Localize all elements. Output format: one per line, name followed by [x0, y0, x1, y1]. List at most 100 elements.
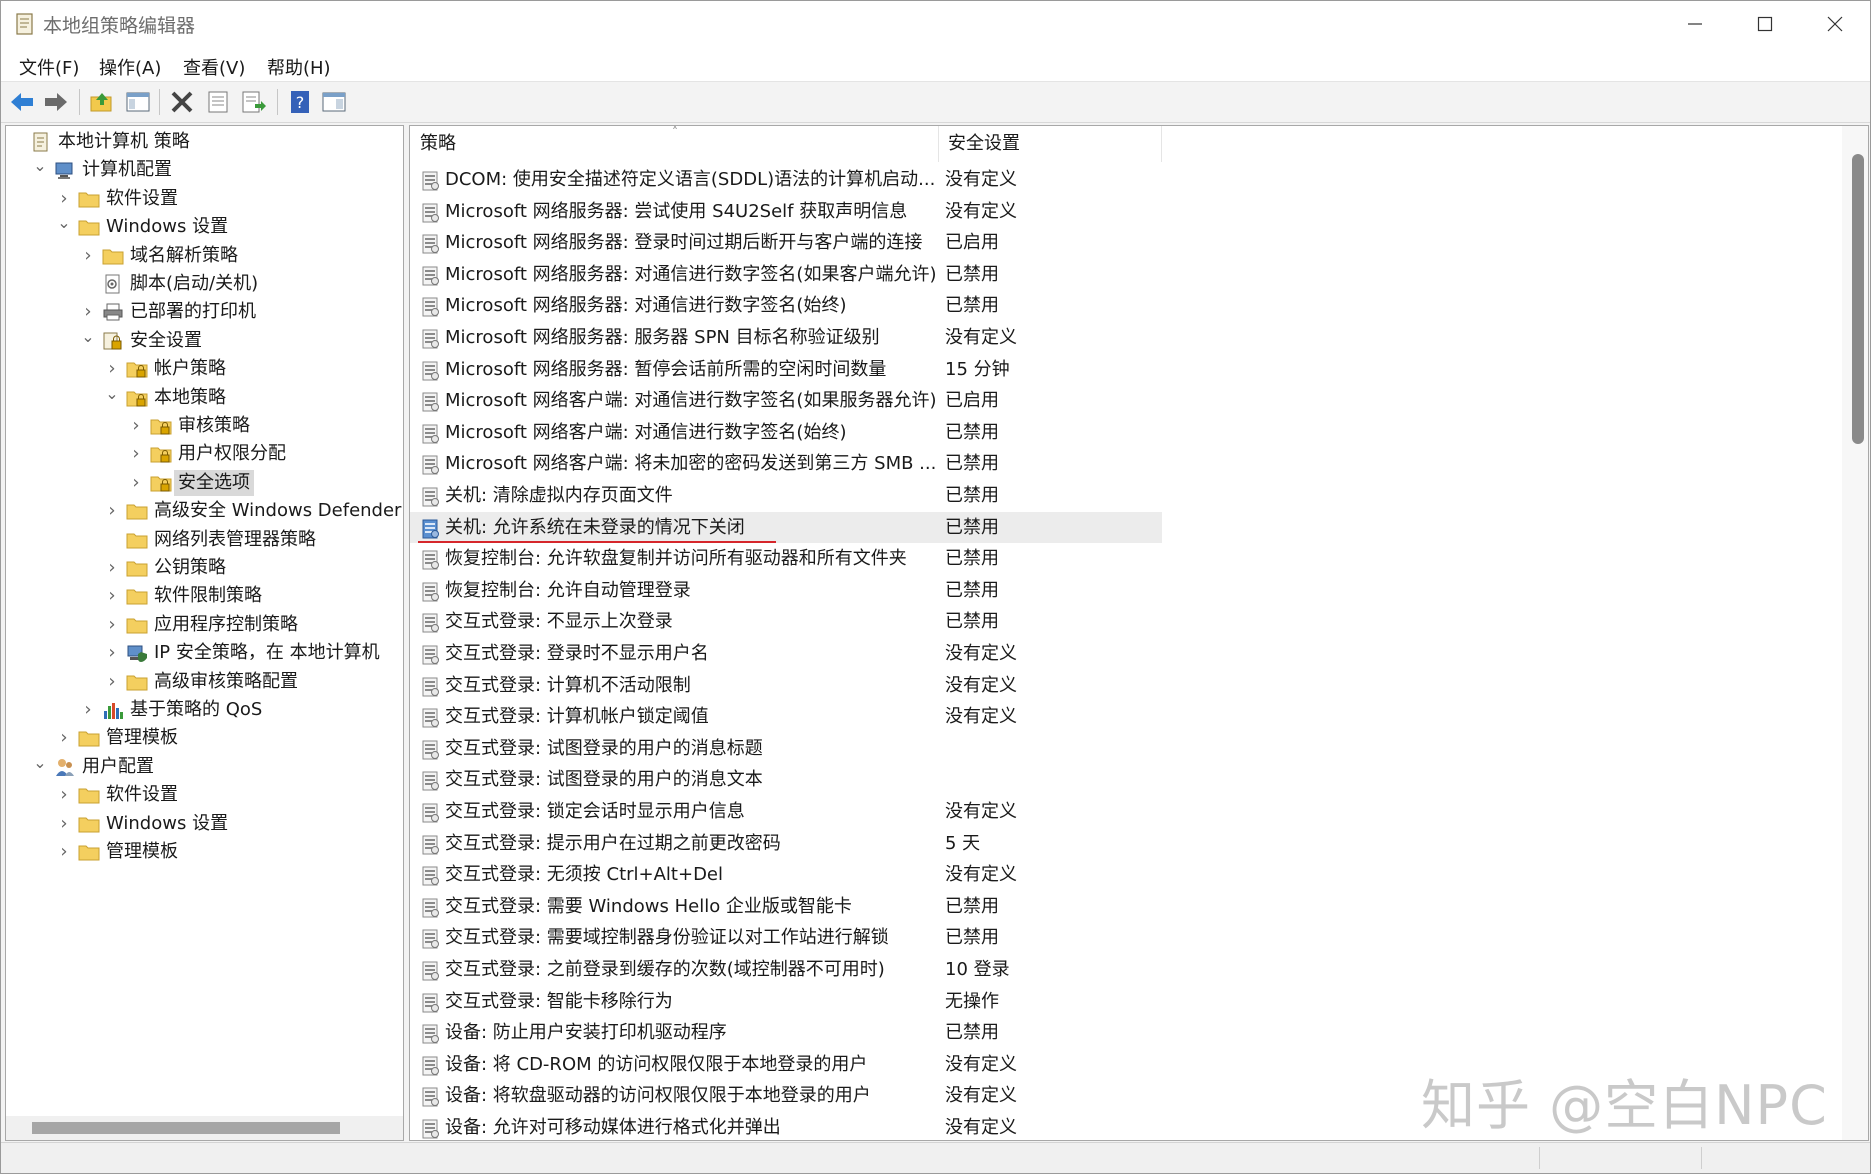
- console-tree[interactable]: › 管理模板 › Windows 设置 › 软件设置 ⌄ 用户配置 › 管理模板 › 基于策略的 Qo…: [5, 125, 404, 1141]
- policy-row[interactable]: 关机: 清除虚拟内存页面文件 已禁用: [410, 480, 1162, 511]
- policy-row[interactable]: 设备: 将软盘驱动器的访问权限仅限于本地登录的用户 没有定义: [410, 1080, 1162, 1111]
- policy-row[interactable]: Microsoft 网络服务器: 对通信进行数字签名(始终) 已禁用: [410, 290, 1162, 321]
- list-scroll-thumb[interactable]: [1852, 154, 1864, 444]
- tree-item[interactable]: ⌄ 用户配置: [6, 753, 403, 780]
- policy-row[interactable]: 交互式登录: 之前登录到缓存的次数(域控制器不可用时) 10 登录: [410, 954, 1162, 985]
- expand-chevron-icon[interactable]: ›: [128, 441, 144, 467]
- policy-row[interactable]: 交互式登录: 提示用户在过期之前更改密码 5 天: [410, 828, 1162, 859]
- policy-row[interactable]: Microsoft 网络服务器: 对通信进行数字签名(如果客户端允许) 已禁用: [410, 259, 1162, 290]
- policy-row[interactable]: 交互式登录: 试图登录的用户的消息标题: [410, 733, 1162, 764]
- collapse-chevron-icon[interactable]: ⌄: [32, 753, 48, 780]
- policy-row[interactable]: DCOM: 使用安全描述符定义语言(SDDL)语法的计算机启动... 没有定义: [410, 164, 1162, 195]
- policy-row[interactable]: 设备: 允许对可移动媒体进行格式化并弹出 没有定义: [410, 1112, 1162, 1140]
- maximize-button[interactable]: [1730, 1, 1800, 47]
- expand-chevron-icon[interactable]: ›: [104, 612, 120, 638]
- expand-chevron-icon[interactable]: ›: [80, 299, 96, 325]
- up-one-level-button[interactable]: [87, 87, 117, 117]
- collapse-chevron-icon[interactable]: ⌄: [80, 327, 96, 354]
- tree-item[interactable]: › 应用程序控制策略: [6, 612, 403, 638]
- tree-item[interactable]: › IP 安全策略，在 本地计算机: [6, 640, 403, 666]
- expand-chevron-icon[interactable]: ›: [104, 498, 120, 524]
- menu-action[interactable]: 操作(A): [97, 52, 163, 82]
- expand-chevron-icon[interactable]: ›: [56, 186, 72, 212]
- tree-item[interactable]: › 高级安全 Windows Defender 防火墙: [6, 498, 403, 524]
- expand-chevron-icon[interactable]: ›: [104, 669, 120, 695]
- policy-row[interactable]: 交互式登录: 需要域控制器身份验证以对工作站进行解锁 已禁用: [410, 922, 1162, 953]
- export-list-button[interactable]: [239, 87, 269, 117]
- delete-button[interactable]: [167, 87, 197, 117]
- policy-row[interactable]: 交互式登录: 智能卡移除行为 无操作: [410, 986, 1162, 1017]
- tree-item[interactable]: › 软件设置: [6, 186, 403, 212]
- close-button[interactable]: [1800, 1, 1870, 47]
- column-header-setting[interactable]: 安全设置: [939, 126, 1162, 162]
- policy-row[interactable]: 交互式登录: 不显示上次登录 已禁用: [410, 606, 1162, 637]
- expand-chevron-icon[interactable]: ›: [104, 640, 120, 666]
- properties-button[interactable]: [203, 87, 233, 117]
- expand-chevron-icon[interactable]: ›: [56, 839, 72, 865]
- tree-item[interactable]: › 管理模板: [6, 725, 403, 751]
- policy-row[interactable]: 设备: 将 CD-ROM 的访问权限仅限于本地登录的用户 没有定义: [410, 1049, 1162, 1080]
- tree-item[interactable]: ⌄ 计算机配置: [6, 157, 403, 183]
- tree-item[interactable]: › 管理模板: [6, 839, 403, 865]
- tree-item[interactable]: › 安全选项: [6, 469, 403, 496]
- policy-row[interactable]: 交互式登录: 登录时不显示用户名 没有定义: [410, 638, 1162, 669]
- policy-row[interactable]: 关机: 允许系统在未登录的情况下关闭 已禁用: [410, 511, 1162, 543]
- action-pane-button[interactable]: [319, 87, 349, 117]
- collapse-chevron-icon[interactable]: ⌄: [32, 157, 48, 183]
- collapse-chevron-icon[interactable]: ⌄: [104, 384, 120, 411]
- show-hide-tree-button[interactable]: [123, 87, 153, 117]
- forward-button[interactable]: [41, 87, 71, 117]
- policy-row[interactable]: Microsoft 网络客户端: 对通信进行数字签名(始终) 已禁用: [410, 417, 1162, 448]
- help-button[interactable]: ?: [285, 87, 315, 117]
- tree-item[interactable]: › 基于策略的 QoS: [6, 697, 403, 723]
- expand-chevron-icon[interactable]: ›: [56, 725, 72, 751]
- policy-row[interactable]: 交互式登录: 无须按 Ctrl+Alt+Del 没有定义: [410, 859, 1162, 890]
- expand-chevron-icon[interactable]: ›: [128, 470, 144, 496]
- collapse-chevron-icon[interactable]: ⌄: [56, 214, 72, 240]
- policy-row[interactable]: 恢复控制台: 允许自动管理登录 已禁用: [410, 575, 1162, 606]
- expand-chevron-icon[interactable]: ›: [104, 356, 120, 382]
- expand-chevron-icon[interactable]: ›: [104, 583, 120, 609]
- tree-item[interactable]: › 已部署的打印机: [6, 299, 403, 325]
- tree-item[interactable]: › 域名解析策略: [6, 243, 403, 269]
- list-vertical-scrollbar[interactable]: [1842, 126, 1868, 1140]
- policy-row[interactable]: Microsoft 网络服务器: 服务器 SPN 目标名称验证级别 没有定义: [410, 322, 1162, 353]
- column-header-policy[interactable]: 策略 ˄: [410, 126, 939, 162]
- tree-scroll-thumb[interactable]: [32, 1122, 340, 1134]
- tree-item[interactable]: ⌄ 安全设置: [6, 327, 403, 354]
- tree-item[interactable]: 本地计算机 策略: [6, 129, 403, 155]
- tree-item[interactable]: › 公钥策略: [6, 555, 403, 581]
- tree-item[interactable]: ⌄ 本地策略: [6, 384, 403, 411]
- tree-item[interactable]: › 软件限制策略: [6, 583, 403, 609]
- tree-item[interactable]: › 高级审核策略配置: [6, 669, 403, 695]
- policy-row[interactable]: 交互式登录: 锁定会话时显示用户信息 没有定义: [410, 796, 1162, 827]
- tree-item[interactable]: › 软件设置: [6, 782, 403, 808]
- minimize-button[interactable]: [1660, 1, 1730, 47]
- policy-row[interactable]: 恢复控制台: 允许软盘复制并访问所有驱动器和所有文件夹 已禁用: [410, 543, 1162, 574]
- menu-view[interactable]: 查看(V): [181, 52, 247, 82]
- policy-row[interactable]: Microsoft 网络客户端: 将未加密的密码发送到第三方 SMB ... 已禁…: [410, 448, 1162, 479]
- tree-item[interactable]: 脚本(启动/关机): [6, 271, 403, 297]
- back-button[interactable]: [7, 87, 37, 117]
- policy-row[interactable]: Microsoft 网络服务器: 尝试使用 S4U2Self 获取声明信息 没有定…: [410, 196, 1162, 227]
- tree-item[interactable]: › 用户权限分配: [6, 441, 403, 467]
- tree-horizontal-scrollbar[interactable]: [6, 1116, 403, 1140]
- policy-row[interactable]: 交互式登录: 试图登录的用户的消息文本: [410, 764, 1162, 795]
- tree-item[interactable]: › 帐户策略: [6, 356, 403, 382]
- expand-chevron-icon[interactable]: ›: [56, 782, 72, 808]
- expand-chevron-icon[interactable]: ›: [80, 243, 96, 269]
- expand-chevron-icon[interactable]: ›: [56, 811, 72, 837]
- tree-item[interactable]: › 审核策略: [6, 413, 403, 439]
- policy-list[interactable]: 策略 ˄ 安全设置 DCOM: 使用安全描述符定义语言(SDDL)语法的计算机启…: [409, 125, 1869, 1141]
- policy-row[interactable]: Microsoft 网络服务器: 登录时间过期后断开与客户端的连接 已启用: [410, 227, 1162, 258]
- menu-file[interactable]: 文件(F): [17, 52, 81, 82]
- policy-row[interactable]: Microsoft 网络服务器: 暂停会话前所需的空闲时间数量 15 分钟: [410, 354, 1162, 385]
- policy-row[interactable]: 交互式登录: 需要 Windows Hello 企业版或智能卡 已禁用: [410, 891, 1162, 922]
- expand-chevron-icon[interactable]: ›: [104, 555, 120, 581]
- policy-row[interactable]: 交互式登录: 计算机帐户锁定阈值 没有定义: [410, 701, 1162, 732]
- tree-item[interactable]: ⌄ Windows 设置: [6, 214, 403, 240]
- expand-chevron-icon[interactable]: ›: [80, 697, 96, 723]
- policy-row[interactable]: 设备: 防止用户安装打印机驱动程序 已禁用: [410, 1017, 1162, 1048]
- policy-row[interactable]: 交互式登录: 计算机不活动限制 没有定义: [410, 670, 1162, 701]
- policy-row[interactable]: Microsoft 网络客户端: 对通信进行数字签名(如果服务器允许) 已启用: [410, 385, 1162, 416]
